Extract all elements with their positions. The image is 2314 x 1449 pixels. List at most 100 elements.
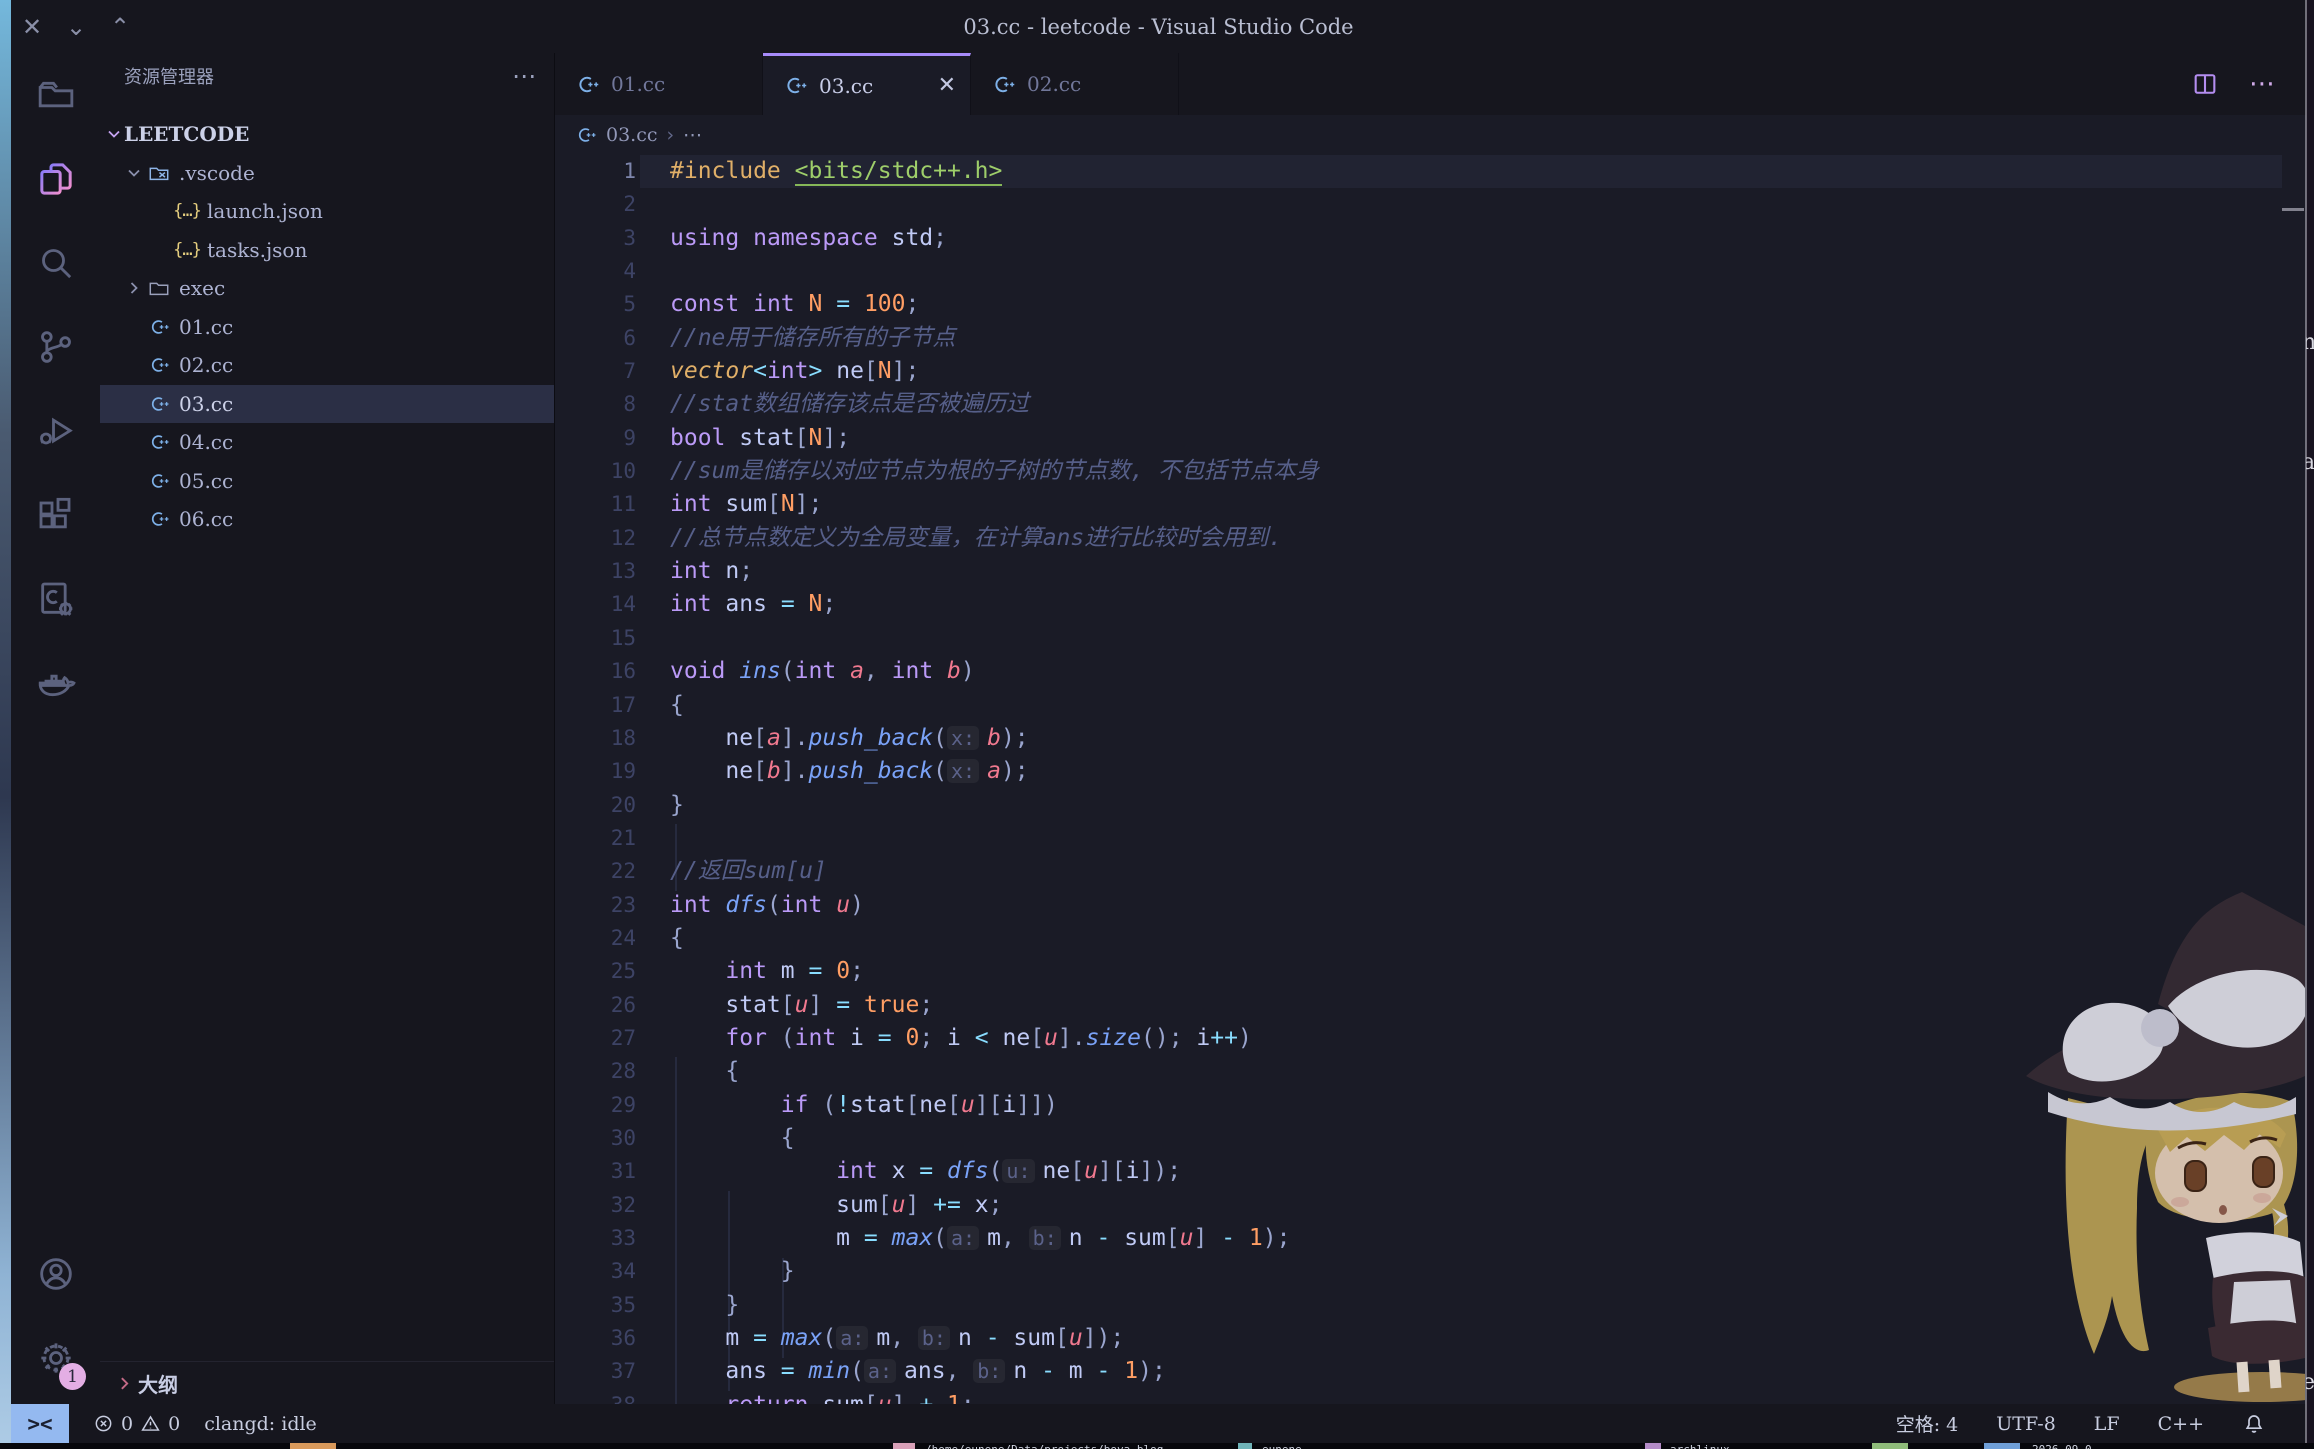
line-number: 9 [623,425,636,450]
activity-docker-icon[interactable] [11,641,100,725]
mascot-character-watermark [2026,892,2305,1402]
line-number: 18 [610,725,636,750]
line-number: 8 [623,392,636,417]
activity-folder-icon[interactable] [11,53,100,137]
tree-item-04-cc[interactable]: 04.cc [100,423,554,462]
line-number: 37 [610,1359,636,1384]
tree-item-label: LEETCODE [124,122,250,147]
tree-item-launch-json[interactable]: {…} launch.json [100,192,554,231]
breadcrumb-separator: › [666,124,675,146]
tab-02-cc[interactable]: 02.cc [971,53,1179,115]
line-number-gutter: 1 2 3 4 5 6 7 8 9 10 11 12 13 14 15 16 17 18 19 20 21 22 23 24 2… [555,155,650,1404]
code-line: //总节点数定义为全局变量，在计算ans进行比较时会用到. [670,524,1283,551]
tree-item-01-cc[interactable]: 01.cc [100,308,554,347]
settings-badge: 1 [59,1363,86,1390]
tree-item-label: tasks.json [207,237,308,262]
line-number: 7 [623,359,636,384]
split-editor-icon[interactable] [2191,70,2219,98]
tab-bar: 01.cc 03.cc ✕ 02.cc ⋯ [555,53,2306,115]
remote-indicator[interactable]: >< [11,1404,69,1443]
tab-03-cc[interactable]: 03.cc ✕ [763,53,971,115]
status-item-1[interactable]: UTF-8 [1996,1413,2056,1435]
line-number: 23 [610,892,636,917]
json-icon: {…} [173,201,202,222]
activity-source-control-icon[interactable] [11,305,100,389]
line-number: 36 [610,1326,636,1351]
vscode-folder-icon [146,161,172,185]
window-title: 03.cc - leetcode - Visual Studio Code [963,14,1354,39]
tab-label: 02.cc [1027,72,1082,96]
activity-extensions-icon[interactable] [11,473,100,557]
activity-settings-icon[interactable]: 1 [11,1316,100,1400]
tree-item-label: 04.cc [179,430,234,455]
tab-01-cc[interactable]: 01.cc [555,53,763,115]
tree-item-06-cc[interactable]: 06.cc [100,500,554,539]
activity-cpp-tools-icon[interactable] [11,557,100,641]
tree-item-label: exec [179,276,226,301]
tree-item-LEETCODE[interactable]: LEETCODE [100,115,554,154]
line-number: 38 [555,1389,636,1404]
tree-item-label: .vscode [179,160,255,185]
tree-item-02-cc[interactable]: 02.cc [100,346,554,385]
tree-item-05-cc[interactable]: 05.cc [100,462,554,501]
code-line: bool stat[N]; [670,424,851,451]
tab-label: 01.cc [611,72,666,96]
activity-search-icon[interactable] [11,221,100,305]
cpp-file-icon [783,73,808,98]
explorer-more-actions-icon[interactable]: ⋯ [512,62,538,90]
code-line: #include <bits/stdc++.h> [640,155,2282,189]
bell-icon[interactable] [2242,1412,2266,1436]
code-line: int ans = N; [670,591,837,618]
cpp-icon [146,392,172,416]
status-item-0[interactable]: 空格: 4 [1896,1410,1959,1437]
breadcrumb[interactable]: 03.cc › ⋯ [555,115,2306,155]
tree-item-label: 02.cc [179,353,234,378]
activity-explorer-icon[interactable] [11,137,100,221]
line-number: 1 [623,159,636,183]
line-number: 25 [610,959,636,984]
line-number: 15 [610,625,636,650]
tree-item-tasks-json[interactable]: {…} tasks.json [100,231,554,270]
breadcrumb-more[interactable]: ⋯ [683,124,704,146]
line-number: 22 [610,859,636,884]
tree-item-03-cc[interactable]: 03.cc [100,384,554,423]
cpp-icon [146,353,172,377]
tab-label: 03.cc [819,73,874,98]
code-line: using namespace std; [670,224,947,251]
chevron-down-icon [104,126,124,142]
breadcrumb-file[interactable]: 03.cc [606,124,658,146]
code-line: int n; [670,558,754,585]
line-number: 4 [623,259,636,284]
tree-item-exec[interactable]: exec [100,269,554,308]
error-count: 0 [121,1412,134,1435]
status-item-3[interactable]: C++ [2158,1413,2204,1435]
code-line: int sum[N]; [670,491,823,518]
error-icon [95,1415,112,1432]
activity-debug-icon[interactable] [11,389,100,473]
tree-item--vscode[interactable]: .vscode [100,154,554,193]
activity-account-icon[interactable] [11,1232,100,1316]
code-line: //ne用于储存所有的子节点 [670,324,956,351]
problems-status[interactable]: 0 0 [93,1413,180,1435]
editor-group: 01.cc 03.cc ✕ 02.cc ⋯ 03.cc › ⋯ 1 2 3 4 5 6 7 8 9 10… [555,53,2306,1404]
code-line: vector<int> ne[N]; [670,358,920,385]
title-bar: ✕ ⌄ ⌃ 03.cc - leetcode - Visual Studio Cod… [11,0,2306,53]
clangd-status[interactable]: clangd: idle [204,1413,317,1435]
cpp-icon [146,507,172,531]
line-number: 33 [610,1226,636,1250]
line-number: 29 [610,1092,636,1117]
cpp-file-icon [575,124,597,146]
editor-more-actions-icon[interactable]: ⋯ [2249,69,2278,99]
line-number: 12 [610,525,636,550]
tab-close-icon[interactable]: ✕ [938,73,956,98]
desktop-taskbar-sliver: /home/eunene/Data/projects/boya-blog eun… [0,1443,2314,1449]
code-line: //sum是储存以对应节点为根的子树的节点数, 不包括节点本身 [670,458,1319,485]
code-line: //stat数组储存该点是否被遍历过 [670,391,1030,418]
code-line: //返回sum[u] [670,858,827,885]
outline-section[interactable]: 大纲 [100,1361,554,1404]
line-number: 34 [610,1259,636,1284]
code-editor[interactable]: 1 2 3 4 5 6 7 8 9 10 11 12 13 14 15 16 17 18 19 20 21 22 23 24 2… [555,155,2306,1404]
status-item-2[interactable]: LF [2094,1413,2120,1435]
